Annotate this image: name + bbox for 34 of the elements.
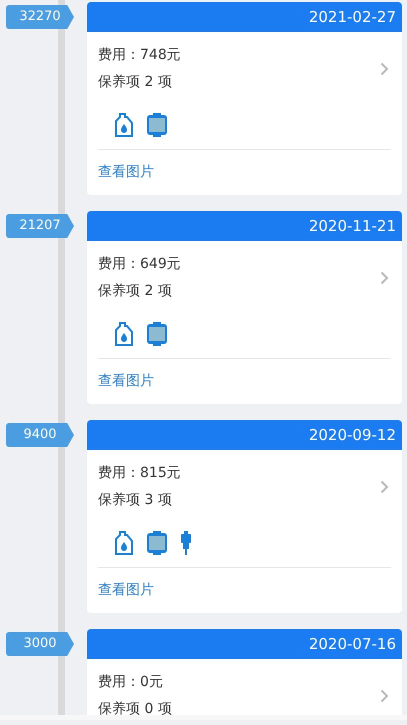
- cost-text: 费用：815元: [98, 464, 181, 483]
- mileage-tag: 3000: [6, 632, 74, 656]
- chevron-icon: [380, 62, 389, 76]
- date-label: 2021-02-27: [308, 8, 396, 26]
- date-label: 2020-09-12: [308, 426, 396, 444]
- cost-text: 费用：748元: [98, 46, 181, 65]
- cost-text: 费用：649元: [98, 255, 181, 274]
- record-card[interactable]: 2020-11-21 费用：649元 保养项 2 项 查看图片: [87, 211, 402, 404]
- mileage-tag: 32270: [6, 5, 74, 29]
- item-count-text: 保养项 2 项: [98, 282, 173, 301]
- mileage-tag: 21207: [6, 214, 74, 238]
- filter-icon: [147, 322, 167, 346]
- item-count-text: 保养项 2 项: [98, 73, 173, 92]
- chevron-icon: [380, 689, 389, 703]
- chevron-icon: [380, 271, 389, 285]
- record-card[interactable]: 2021-02-27 费用：748元 保养项 2 项 查看图片: [87, 2, 402, 195]
- oil-bottle-icon: [115, 113, 133, 137]
- chevron-icon: [380, 480, 389, 494]
- view-photos-link[interactable]: 查看图片: [98, 150, 154, 195]
- view-photos-link[interactable]: 查看图片: [98, 359, 154, 404]
- item-count-text: 保养项 0 项: [98, 700, 172, 715]
- cost-text: 费用：0元: [98, 673, 164, 692]
- oil-bottle-icon: [115, 531, 133, 555]
- filter-icon: [147, 113, 167, 137]
- date-label: 2020-11-21: [308, 217, 396, 235]
- spark-plug-icon: [181, 531, 191, 555]
- oil-bottle-icon: [115, 322, 133, 346]
- date-label: 2020-07-16: [308, 635, 396, 653]
- record-card[interactable]: 2020-07-16 费用：0元 保养项 0 项: [87, 629, 402, 715]
- item-count-text: 保养项 3 项: [98, 491, 173, 510]
- filter-icon: [147, 531, 167, 555]
- view-photos-link[interactable]: 查看图片: [98, 568, 154, 613]
- record-card[interactable]: 2020-09-12 费用：815元 保养项 3 项 查看图片: [87, 420, 402, 613]
- mileage-tag: 9400: [6, 423, 74, 447]
